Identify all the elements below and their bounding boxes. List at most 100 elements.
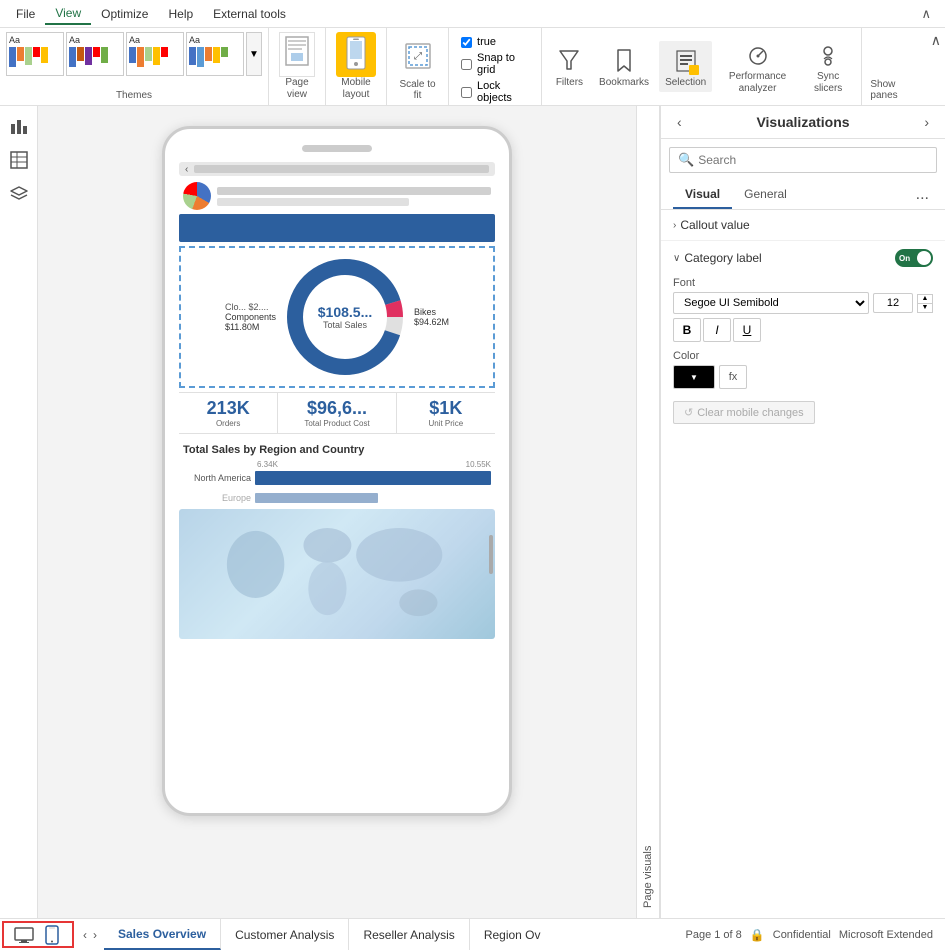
page-indicator: Page 1 of 8 — [686, 929, 742, 941]
font-size-spinners: ▲ ▼ — [917, 294, 933, 313]
toolbar-collapse-btn[interactable]: ∧ — [931, 32, 941, 49]
font-size-down[interactable]: ▼ — [917, 303, 933, 313]
mobile-layout-label: Mobilelayout — [341, 77, 370, 101]
show-panes-label-section: Show panes — [862, 28, 926, 105]
page-tab-customer-analysis[interactable]: Customer Analysis — [221, 919, 349, 950]
left-sidebar — [0, 106, 38, 918]
menu-optimize[interactable]: Optimize — [91, 4, 158, 24]
bold-btn[interactable]: B — [673, 318, 701, 342]
panel-chevron-left[interactable]: ‹ — [673, 114, 686, 130]
page-tab-region-ov[interactable]: Region Ov — [470, 919, 555, 950]
theme-1[interactable]: Aa — [6, 32, 64, 76]
main-area: ‹ Clo... $2.... — [0, 106, 945, 918]
search-box[interactable]: 🔍 — [669, 147, 937, 173]
color-row: ▼ fx — [673, 365, 933, 389]
toolbar-collapse-section: ∧ — [927, 28, 945, 105]
color-swatch-btn[interactable]: ▼ — [673, 365, 715, 389]
text-style-row: B I U — [673, 318, 933, 342]
menu-file[interactable]: File — [6, 4, 45, 24]
snap-to-grid-checkbox-label[interactable]: Snap to grid — [461, 52, 529, 76]
panel-chevron-right[interactable]: › — [920, 114, 933, 130]
gridlines-checkbox-label[interactable]: true — [461, 36, 529, 48]
metrics-row: 213K Orders $96,6... Total Product Cost … — [179, 392, 495, 434]
snap-to-grid-checkbox[interactable] — [461, 59, 472, 70]
components-value: $11.80M — [225, 322, 276, 332]
phone-logo — [183, 182, 211, 210]
show-panes-label: Show panes — [870, 79, 918, 101]
svg-text:⤢: ⤢ — [414, 51, 422, 62]
sidebar-layers-icon[interactable] — [7, 182, 31, 206]
selection-btn[interactable]: Selection — [659, 41, 712, 92]
tab-visual[interactable]: Visual — [673, 181, 732, 209]
theme-more[interactable]: ▼ — [246, 32, 262, 76]
menu-bar: File View Optimize Help External tools ∧ — [0, 0, 945, 28]
gauge-section: Clo... $2.... Components $11.80M — [179, 246, 495, 388]
underline-btn[interactable]: U — [733, 318, 761, 342]
scale-to-fit-btn[interactable]: ⤢ — [400, 32, 436, 79]
extended-label: Microsoft Extended — [839, 929, 933, 941]
filters-btn[interactable]: Filters — [550, 41, 589, 92]
ribbon-collapse[interactable]: ∧ — [913, 6, 939, 22]
page-view-btn[interactable] — [279, 32, 315, 77]
metric-orders: 213K Orders — [179, 393, 278, 433]
category-label-name: Category label — [684, 251, 761, 265]
page-next-btn[interactable]: › — [90, 926, 100, 944]
performance-analyzer-btn[interactable]: Performance analyzer — [716, 35, 799, 99]
theme-3[interactable]: Aa — [126, 32, 184, 76]
callout-value-label: Callout value — [680, 218, 749, 232]
lock-objects-checkbox[interactable] — [461, 87, 472, 98]
more-options-btn[interactable]: ... — [912, 182, 933, 208]
sidebar-chart-icon[interactable] — [7, 114, 31, 138]
fx-btn[interactable]: fx — [719, 365, 747, 389]
vis-tabs: Visual General ... — [661, 181, 945, 210]
italic-btn[interactable]: I — [703, 318, 731, 342]
page-nav-section: ‹ › — [76, 919, 104, 950]
menu-help[interactable]: Help — [158, 4, 203, 24]
toolbar: Aa Aa Aa — [0, 28, 945, 106]
page-options-section: true Snap to grid Lock objects Page opti… — [449, 28, 542, 105]
font-size-input[interactable] — [873, 293, 913, 313]
category-label-toggle[interactable]: On — [895, 249, 933, 267]
scale-to-fit-label: Scale to fit — [397, 79, 438, 101]
mobile-layout-btn[interactable] — [336, 32, 376, 77]
bar-chart-section: Total Sales by Region and Country 6.34K … — [175, 438, 499, 509]
panel-header: ‹ Visualizations › — [661, 106, 945, 139]
desktop-view-icon[interactable] — [12, 923, 36, 947]
ribbon-icons-section: Filters Bookmarks Selection — [542, 28, 863, 105]
gridlines-checkbox[interactable] — [461, 37, 472, 48]
bottom-bar: ‹ › Sales Overview Customer Analysis Res… — [0, 918, 945, 950]
lock-icon: 🔒 — [750, 928, 765, 942]
canvas-area: ‹ Clo... $2.... — [38, 106, 636, 918]
page-tab-reseller-analysis[interactable]: Reseller Analysis — [349, 919, 469, 950]
category-label-section: ∨ Category label On Font Segoe UI Semibo… — [661, 241, 945, 432]
menu-external-tools[interactable]: External tools — [203, 4, 296, 24]
tab-general[interactable]: General — [732, 181, 799, 209]
page-prev-btn[interactable]: ‹ — [80, 926, 90, 944]
theme-2[interactable]: Aa — [66, 32, 124, 76]
page-view-section: Pageview — [269, 28, 326, 105]
sync-slicers-btn[interactable]: Sync slicers — [803, 35, 854, 99]
sidebar-table-icon[interactable] — [7, 148, 31, 172]
bookmarks-icon — [611, 45, 637, 77]
phone-notch — [302, 145, 372, 152]
confidential-label: Confidential — [773, 929, 831, 941]
bikes-label: Bikes — [414, 307, 449, 317]
page-tab-sales-overview[interactable]: Sales Overview — [104, 919, 221, 950]
page-visuals-tab[interactable]: Page visuals — [636, 106, 660, 918]
map-svg — [179, 509, 495, 639]
scale-to-fit-section: ⤢ Scale to fit — [387, 28, 449, 105]
map-section — [179, 509, 495, 639]
gauge-subtitle: Total Sales — [318, 320, 373, 330]
bookmarks-btn[interactable]: Bookmarks — [593, 41, 655, 92]
menu-view[interactable]: View — [45, 3, 91, 25]
search-input[interactable] — [698, 153, 928, 167]
font-select[interactable]: Segoe UI Semibold — [673, 292, 869, 314]
mobile-view-icon[interactable] — [40, 923, 64, 947]
status-bar: Page 1 of 8 🔒 Confidential Microsoft Ext… — [674, 919, 945, 950]
lock-objects-checkbox-label[interactable]: Lock objects — [461, 80, 529, 104]
filters-icon — [556, 45, 582, 77]
theme-4[interactable]: Aa — [186, 32, 244, 76]
visualizations-title: Visualizations — [756, 114, 849, 130]
clear-mobile-changes-btn[interactable]: ↺ Clear mobile changes — [673, 401, 815, 424]
callout-value-row[interactable]: › Callout value — [673, 218, 933, 232]
